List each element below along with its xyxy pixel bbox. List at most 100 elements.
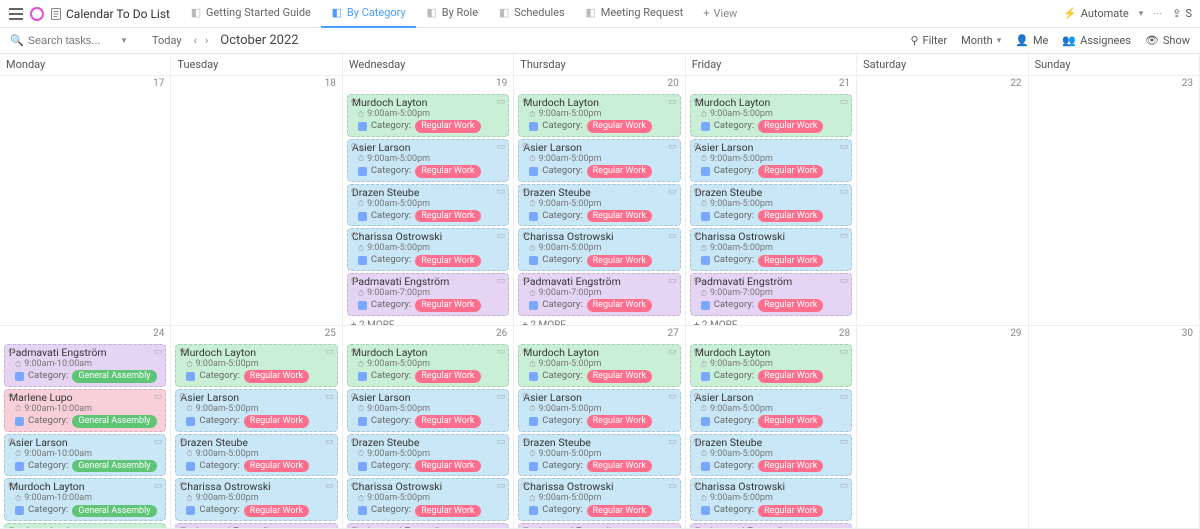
search-input[interactable]: [28, 35, 118, 47]
calendar-event[interactable]: ⟳▭Charissa Ostrowski9:00am-5:00pmCategor…: [347, 478, 509, 521]
prev-month-icon[interactable]: ‹: [194, 34, 197, 47]
calendar-event[interactable]: ⟳▭Padmavati Engström9:00am-7:00pmCategor…: [690, 523, 852, 529]
add-view-button[interactable]: +View: [693, 0, 747, 28]
event-menu-icon[interactable]: ▭: [497, 437, 506, 447]
calendar-event[interactable]: ⟳▭Murdoch Layton9:00am-5:00pmCategory:Re…: [175, 344, 337, 387]
event-menu-icon[interactable]: ▭: [840, 276, 849, 286]
event-menu-icon[interactable]: ▭: [497, 481, 506, 491]
event-menu-icon[interactable]: ▭: [154, 481, 163, 491]
calendar-event[interactable]: ⟳▭Padmavati Engström9:00am-7:00pmCategor…: [518, 273, 680, 316]
search-box[interactable]: 🔍 ▾: [10, 34, 140, 47]
more-events-button[interactable]: + 2 MORE: [690, 318, 852, 326]
calendar-event[interactable]: ⟳▭Drazen Steube9:00am-5:00pmCategory:Reg…: [347, 184, 509, 227]
calendar-event[interactable]: ⟳▭Padmavati Engström9:00am-10:00amCatego…: [4, 344, 166, 387]
calendar-event[interactable]: ⟳▭Drazen Steube9:00am-5:00pmCategory:Reg…: [347, 434, 509, 477]
today-button[interactable]: Today: [152, 34, 182, 47]
calendar-event[interactable]: ⟳▭Drazen Steube9:00am-5:00pmCategory:Reg…: [690, 184, 852, 227]
calendar-event[interactable]: ⟳▭Asier Larson9:00am-5:00pmCategory:Regu…: [690, 139, 852, 182]
day-cell[interactable]: 24⟳▭Padmavati Engström9:00am-10:00amCate…: [0, 326, 171, 529]
calendar-event[interactable]: ⟳▭Asier Larson9:00am-5:00pmCategory:Regu…: [690, 389, 852, 432]
calendar-event[interactable]: ⟳▭Asier Larson9:00am-5:00pmCategory:Regu…: [518, 139, 680, 182]
event-menu-icon[interactable]: ▭: [668, 481, 677, 491]
calendar-event[interactable]: ⟳▭Drazen Steube9:00am-5:00pmCategory:Reg…: [518, 184, 680, 227]
calendar-event[interactable]: ⟳▭Padmavati Engström9:00am-7:00pmCategor…: [175, 523, 337, 529]
assignees-filter[interactable]: 👥Assignees: [1062, 34, 1131, 47]
calendar-event[interactable]: ⟳▭Asier Larson9:00am-5:00pmCategory:Regu…: [518, 389, 680, 432]
calendar-event[interactable]: ⟳▭Drazen Steube9:00am-5:00pmCategory:Reg…: [690, 434, 852, 477]
event-menu-icon[interactable]: ▭: [497, 392, 506, 402]
day-cell[interactable]: 30: [1029, 326, 1200, 529]
event-menu-icon[interactable]: ▭: [154, 437, 163, 447]
event-menu-icon[interactable]: ▭: [154, 347, 163, 357]
calendar-event[interactable]: ⟳▭Murdoch Layton9:00am-5:00pmCategory:Re…: [347, 344, 509, 387]
calendar-event[interactable]: ⟳▭Charissa Ostrowski9:00am-5:00pmCategor…: [518, 228, 680, 271]
menu-icon[interactable]: [6, 4, 26, 24]
event-menu-icon[interactable]: ▭: [325, 481, 334, 491]
event-menu-icon[interactable]: ▭: [840, 392, 849, 402]
calendar-event[interactable]: ⟳▭Murdoch Layton9:00am-5:00pmCategory:Re…: [518, 94, 680, 137]
event-menu-icon[interactable]: ▭: [325, 347, 334, 357]
calendar-event[interactable]: ⟳▭Charissa Ostrowski9:00am-5:00pmCategor…: [690, 228, 852, 271]
calendar-event[interactable]: ⟳▭Charissa Ostrowski9:00am-5:00pmCategor…: [690, 478, 852, 521]
show-button[interactable]: 👁Show: [1145, 34, 1190, 47]
tab-by-role[interactable]: ◧By Role: [416, 0, 488, 28]
event-menu-icon[interactable]: ▭: [668, 437, 677, 447]
day-cell[interactable]: 17: [0, 76, 171, 326]
calendar-event[interactable]: ⟳▭Padmavati Engström9:00am-7:00pmCategor…: [347, 523, 509, 529]
calendar-event[interactable]: ⟳▭Padmavati Engström9:00am-7:00pmCategor…: [690, 273, 852, 316]
calendar-event[interactable]: ⟳▭Murdoch Layton9:00am-5:00pmCategory:Re…: [690, 344, 852, 387]
event-menu-icon[interactable]: ▭: [497, 187, 506, 197]
tab-meeting-request[interactable]: ◧Meeting Request: [575, 0, 694, 28]
tab-schedules[interactable]: ◧Schedules: [488, 0, 575, 28]
event-menu-icon[interactable]: ▭: [497, 276, 506, 286]
calendar-event[interactable]: ⟳▭Drazen Steube9:00am-5:00pmCategory:Reg…: [518, 434, 680, 477]
event-menu-icon[interactable]: ▭: [497, 142, 506, 152]
event-menu-icon[interactable]: ▭: [668, 276, 677, 286]
calendar-event[interactable]: ⟳▭Padmavati Engström9:00am-7:00pmCategor…: [347, 273, 509, 316]
event-menu-icon[interactable]: ▭: [840, 437, 849, 447]
calendar-event[interactable]: ⟳▭Murdoch Layton9:00am-10:00amCategory:G…: [4, 478, 166, 521]
event-menu-icon[interactable]: ▭: [497, 97, 506, 107]
calendar-event[interactable]: ⟳▭Murdoch Layton9:00am-5:00pmCategory:Re…: [690, 94, 852, 137]
day-cell[interactable]: 18: [171, 76, 342, 326]
me-filter[interactable]: 👤Me: [1015, 34, 1048, 47]
event-menu-icon[interactable]: ▭: [840, 142, 849, 152]
more-menu-icon[interactable]: ⋯: [1153, 9, 1162, 19]
day-cell[interactable]: 22: [857, 76, 1028, 326]
event-menu-icon[interactable]: ▭: [325, 437, 334, 447]
event-menu-icon[interactable]: ▭: [840, 231, 849, 241]
event-menu-icon[interactable]: ▭: [668, 347, 677, 357]
calendar-event[interactable]: ⟳▭Asier Larson9:00am-5:00pmCategory:Regu…: [347, 389, 509, 432]
day-cell[interactable]: 26⟳▭Murdoch Layton9:00am-5:00pmCategory:…: [343, 326, 514, 529]
event-menu-icon[interactable]: ▭: [668, 187, 677, 197]
calendar-event[interactable]: ⟳▭Sanjeev Aquino9:00am-10:00amCategory:G…: [4, 523, 166, 529]
tab-by-category[interactable]: ◧By Category: [321, 0, 416, 28]
event-menu-icon[interactable]: ▭: [840, 187, 849, 197]
next-month-icon[interactable]: ›: [205, 34, 208, 47]
event-menu-icon[interactable]: ▭: [668, 97, 677, 107]
day-cell[interactable]: 25⟳▭Murdoch Layton9:00am-5:00pmCategory:…: [171, 326, 342, 529]
more-events-button[interactable]: + 2 MORE: [518, 318, 680, 326]
event-menu-icon[interactable]: ▭: [154, 392, 163, 402]
event-menu-icon[interactable]: ▭: [497, 231, 506, 241]
automate-button[interactable]: ⚡Automate: [1063, 7, 1129, 20]
event-menu-icon[interactable]: ▭: [840, 481, 849, 491]
calendar-event[interactable]: ⟳▭Padmavati Engström9:00am-7:00pmCategor…: [518, 523, 680, 529]
event-menu-icon[interactable]: ▭: [668, 231, 677, 241]
day-cell[interactable]: 28⟳▭Murdoch Layton9:00am-5:00pmCategory:…: [686, 326, 857, 529]
tab-getting-started[interactable]: ◧Getting Started Guide: [180, 0, 321, 28]
filter-button[interactable]: ⚲Filter: [910, 34, 947, 47]
share-button[interactable]: ⇪S: [1172, 7, 1192, 20]
day-cell[interactable]: 19⟳▭Murdoch Layton9:00am-5:00pmCategory:…: [343, 76, 514, 326]
calendar-event[interactable]: ⟳▭Charissa Ostrowski9:00am-5:00pmCategor…: [347, 228, 509, 271]
event-menu-icon[interactable]: ▭: [325, 392, 334, 402]
event-menu-icon[interactable]: ▭: [668, 142, 677, 152]
granularity-select[interactable]: Month▾: [961, 34, 1001, 47]
calendar-event[interactable]: ⟳▭Asier Larson9:00am-5:00pmCategory:Regu…: [347, 139, 509, 182]
calendar-event[interactable]: ⟳▭Murdoch Layton9:00am-5:00pmCategory:Re…: [518, 344, 680, 387]
calendar-event[interactable]: ⟳▭Charissa Ostrowski9:00am-5:00pmCategor…: [518, 478, 680, 521]
calendar-event[interactable]: ⟳▭Murdoch Layton9:00am-5:00pmCategory:Re…: [347, 94, 509, 137]
day-cell[interactable]: 29: [857, 326, 1028, 529]
doc-title[interactable]: Calendar To Do List: [50, 7, 170, 21]
day-cell[interactable]: 21⟳▭Murdoch Layton9:00am-5:00pmCategory:…: [686, 76, 857, 326]
